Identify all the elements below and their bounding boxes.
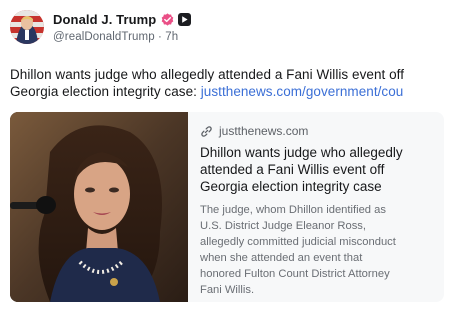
card-domain: justthenews.com xyxy=(219,124,309,138)
card-title[interactable]: Dhillon wants judge who allegedly attend… xyxy=(200,144,434,195)
link-preview-card[interactable]: justthenews.com Dhillon wants judge who … xyxy=(10,112,444,302)
card-description-line: allegedly committed judicial misconduct xyxy=(200,236,396,248)
card-description-line: The judge, whom Dhillon identified as xyxy=(200,204,386,216)
post-text-line-2: Georgia election integrity case: justthe… xyxy=(10,83,446,100)
card-body: justthenews.com Dhillon wants judge who … xyxy=(188,112,444,302)
post-header: Donald J. Trump @realDonaldTrump · 7h xyxy=(10,8,442,46)
post-url-link[interactable]: justthenews.com/government/cou xyxy=(201,84,404,99)
card-description-line: U.S. District Judge Eleanor Ross, xyxy=(200,220,367,232)
post-text-prefix: Georgia election integrity case: xyxy=(10,84,201,99)
card-description-line: honored Fulton Count District Attorney xyxy=(200,268,390,280)
card-description: The judge, whom Dhillon identified as U.… xyxy=(200,202,434,298)
verified-badge-icon xyxy=(161,13,174,26)
card-description-line: Fani Willis. xyxy=(200,284,255,296)
card-title-line: attended a Fani Willis event off xyxy=(200,162,385,177)
post-text-line-1: Dhillon wants judge who allegedly attend… xyxy=(10,67,405,82)
display-name[interactable]: Donald J. Trump xyxy=(53,12,156,27)
author-block: Donald J. Trump @realDonaldTrump · 7h xyxy=(53,11,192,43)
card-description-line: when she attended an event that xyxy=(200,252,363,264)
app-badge-icon xyxy=(178,13,192,26)
card-thumbnail-image xyxy=(10,112,188,302)
card-title-line: Dhillon wants judge who allegedly xyxy=(200,145,403,160)
card-domain-row: justthenews.com xyxy=(200,123,434,139)
link-icon xyxy=(201,125,212,137)
avatar-image xyxy=(10,10,44,44)
card-thumbnail[interactable] xyxy=(10,112,188,302)
handle-and-time[interactable]: @realDonaldTrump · 7h xyxy=(53,31,191,43)
post-text: Dhillon wants judge who allegedly attend… xyxy=(10,66,446,100)
avatar[interactable] xyxy=(10,10,44,44)
card-title-line: Georgia election integrity case xyxy=(200,179,382,194)
name-row: Donald J. Trump xyxy=(53,11,192,28)
